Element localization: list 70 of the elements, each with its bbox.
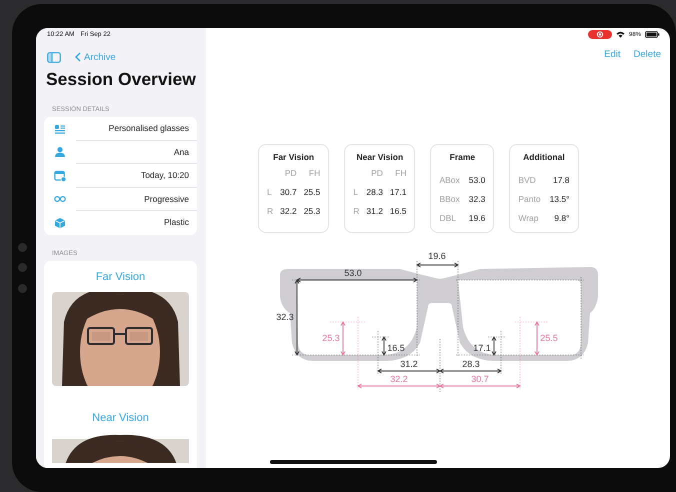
row-label: Wrap xyxy=(518,213,540,223)
measurement-label: 25.5 xyxy=(540,333,558,343)
row-label: DBL xyxy=(439,213,458,223)
dimension-arrow xyxy=(340,321,346,356)
image-title: Far Vision xyxy=(96,270,146,282)
chevron-icon xyxy=(75,52,81,62)
measurement-value: 17.1 xyxy=(390,187,406,197)
card-title: Far Vision xyxy=(273,152,314,162)
person-icon xyxy=(54,146,66,158)
column-header: PD xyxy=(284,168,297,178)
row-label: L xyxy=(353,187,359,197)
measurement-label: 32.3 xyxy=(276,312,294,322)
detail-value: Plastic xyxy=(162,216,190,229)
calendar-icon xyxy=(54,170,66,182)
measurement-value: 17.8 xyxy=(552,175,570,185)
wifi-icon xyxy=(616,31,625,38)
measurement-value: 9.8° xyxy=(553,213,570,223)
measurement-value: 32.2 xyxy=(280,206,297,216)
measurement-value: 28.3 xyxy=(366,187,383,197)
measurement-label: 25.3 xyxy=(322,333,340,343)
detail-value: Personalised glasses xyxy=(76,117,197,140)
row-label: R xyxy=(353,206,360,216)
row-label: R xyxy=(267,206,274,216)
measurement-label: 17.1 xyxy=(473,343,491,353)
measurement-value: 19.6 xyxy=(468,213,486,223)
measurement-label: 16.5 xyxy=(387,343,405,353)
row-label: L xyxy=(267,187,273,197)
id-card-icon xyxy=(54,122,66,135)
detail-value: Today, 10:20 xyxy=(76,164,197,188)
image-title: Near Vision xyxy=(92,412,149,424)
measurement-value: 25.3 xyxy=(304,206,320,216)
detail-value: Ana xyxy=(76,140,197,164)
dimension-arrow xyxy=(534,321,540,356)
measurement-label: 32.2 xyxy=(390,374,408,384)
toolbar-button[interactable]: Delete xyxy=(634,49,661,60)
measurement-value: 16.5 xyxy=(390,206,406,216)
measurement-label: 53.0 xyxy=(344,268,362,278)
card-title: Near Vision xyxy=(356,152,404,162)
cube-icon xyxy=(54,216,66,229)
detail-value: Progressive xyxy=(76,188,197,211)
column-header: FH xyxy=(308,168,320,178)
measurement-label: 28.3 xyxy=(462,359,480,369)
bezel-dot xyxy=(18,263,27,272)
dimension-arrow xyxy=(416,262,459,268)
measurement-value: 31.2 xyxy=(366,206,383,216)
bezel-dot xyxy=(18,243,27,252)
card-title: Frame xyxy=(450,152,476,162)
dimension-arrow xyxy=(382,336,386,356)
back-link[interactable]: Archive xyxy=(75,52,116,62)
column-header: PD xyxy=(370,168,383,178)
battery-icon xyxy=(645,31,660,38)
measurement-value: 32.3 xyxy=(468,194,486,204)
toolbar-button[interactable]: Edit xyxy=(604,49,621,60)
measurement-label: 19.6 xyxy=(428,251,446,261)
measurement-label: 30.7 xyxy=(471,374,489,384)
measurement-value: 53.0 xyxy=(468,175,486,185)
sidebar-toggle-icon[interactable] xyxy=(47,52,61,62)
bezel-dot xyxy=(18,284,27,293)
page-title: Session Overview xyxy=(46,68,196,91)
measurement-value: 25.5 xyxy=(304,187,320,197)
row-label: ABox xyxy=(439,175,460,185)
card-title: Additional xyxy=(523,152,565,162)
measurement-value: 30.7 xyxy=(280,187,297,197)
measurement-label: 31.2 xyxy=(400,359,418,369)
measurement-value: 13.5° xyxy=(550,194,570,204)
row-label: BBox xyxy=(439,194,460,204)
row-label: BVD xyxy=(518,175,537,185)
dimension-arrow xyxy=(492,336,496,356)
row-label: Panto xyxy=(518,194,541,204)
column-header: FH xyxy=(394,168,406,178)
